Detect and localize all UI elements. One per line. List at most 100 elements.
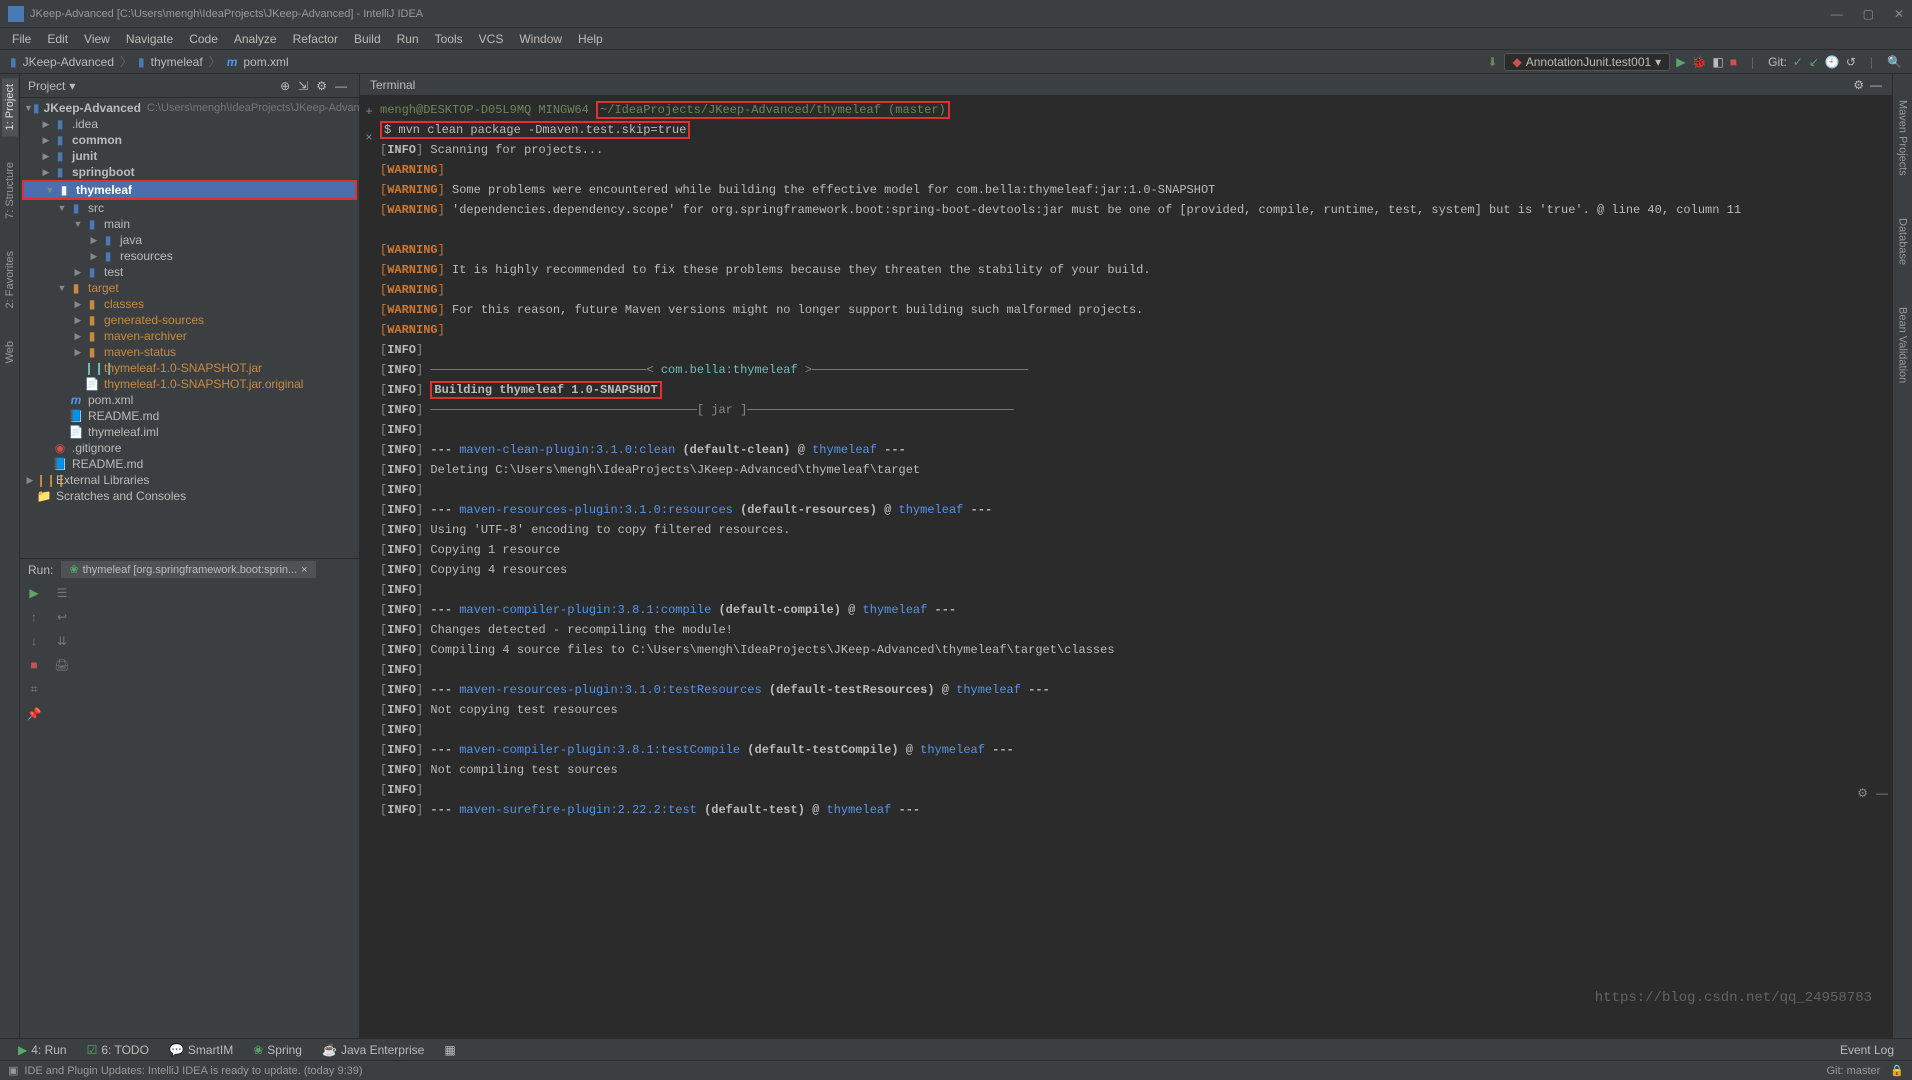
stop-icon[interactable]: ■ xyxy=(30,658,37,672)
soft-wrap-icon[interactable]: ↩ xyxy=(57,610,67,624)
menu-code[interactable]: Code xyxy=(181,32,226,46)
tree-node[interactable]: ▶▮test xyxy=(20,264,359,280)
pin-icon[interactable]: 📌 xyxy=(27,707,42,721)
tree-label: README.md xyxy=(72,457,143,471)
tab-project[interactable]: 1: Project xyxy=(2,78,18,136)
add-terminal-icon[interactable]: + xyxy=(365,102,372,122)
terminal-body[interactable]: + × mengh@DESKTOP-D05L9MQ MINGW64 ~/Idea… xyxy=(360,96,1892,1038)
tree-node[interactable]: ▶▮common xyxy=(20,132,359,148)
expand-icon[interactable]: ⇲ xyxy=(298,79,308,93)
close-icon[interactable]: ✕ xyxy=(1894,7,1904,21)
vcs-history-icon[interactable]: 🕘 xyxy=(1825,55,1840,69)
tree-file[interactable]: mpom.xml xyxy=(20,392,359,408)
tree-node[interactable]: ▶▮resources xyxy=(20,248,359,264)
menu-build[interactable]: Build xyxy=(346,32,389,46)
coverage-icon[interactable]: ◧ xyxy=(1712,55,1723,69)
tree-external-libs[interactable]: ▶❙❙❙External Libraries xyxy=(20,472,359,488)
tab-bean-validation[interactable]: Bean Validation xyxy=(1895,301,1911,389)
tree-node[interactable]: ▶▮java xyxy=(20,232,359,248)
build-icon[interactable]: ⬇ xyxy=(1487,55,1497,69)
hide-icon[interactable]: — xyxy=(335,79,347,93)
btab-run[interactable]: ▶4: Run xyxy=(8,1043,77,1057)
tree-node[interactable]: ▶▮.idea xyxy=(20,116,359,132)
search-icon[interactable]: 🔍 xyxy=(1887,55,1902,69)
tree-file[interactable]: ❙❙❙thymeleaf-1.0-SNAPSHOT.jar xyxy=(20,360,359,376)
menu-run[interactable]: Run xyxy=(389,32,427,46)
breadcrumb-file[interactable]: pom.xml xyxy=(243,55,288,69)
gear-icon[interactable]: ⚙ xyxy=(1853,78,1864,92)
btab-spring[interactable]: ❀Spring xyxy=(243,1043,312,1057)
tree-node[interactable]: ▶▮junit xyxy=(20,148,359,164)
tree-node[interactable]: ▼▮target xyxy=(20,280,359,296)
layout-icon[interactable]: ☰ xyxy=(57,586,68,600)
lock-icon[interactable]: 🔒 xyxy=(1890,1064,1904,1077)
tree-file[interactable]: 📄thymeleaf-1.0-SNAPSHOT.jar.original xyxy=(20,376,359,392)
print-icon[interactable]: 🖨 xyxy=(54,658,69,672)
tree-node-thymeleaf[interactable]: ▼▮thymeleaf xyxy=(24,182,355,198)
run-config-selector[interactable]: ◆ AnnotationJunit.test001 ▾ xyxy=(1504,53,1671,71)
vcs-commit-icon[interactable]: ↙ xyxy=(1809,55,1819,69)
hide-icon[interactable]: — xyxy=(1870,78,1882,92)
menu-navigate[interactable]: Navigate xyxy=(118,32,181,46)
tree-node[interactable]: ▼▮main xyxy=(20,216,359,232)
breadcrumb-root[interactable]: JKeep-Advanced xyxy=(23,55,114,69)
tree-file[interactable]: 📘README.md xyxy=(20,408,359,424)
close-icon[interactable]: × xyxy=(301,564,307,576)
stop-icon[interactable]: ■ xyxy=(1730,55,1737,69)
menu-window[interactable]: Window xyxy=(511,32,570,46)
debug-icon[interactable]: 🐞 xyxy=(1691,55,1706,69)
tree-node[interactable]: ▶▮classes xyxy=(20,296,359,312)
menu-analyze[interactable]: Analyze xyxy=(226,32,285,46)
tab-favorites[interactable]: 2: Favorites xyxy=(2,245,18,314)
event-log[interactable]: Event Log xyxy=(1830,1043,1904,1057)
tab-database[interactable]: Database xyxy=(1895,212,1911,271)
tree-root[interactable]: ▼▮JKeep-AdvancedC:\Users\mengh\IdeaProje… xyxy=(20,100,359,116)
scroll-icon[interactable]: ⇊ xyxy=(57,634,67,648)
chevron-down-icon[interactable]: ▾ xyxy=(69,79,75,93)
collapse-icon[interactable]: ⊕ xyxy=(280,79,290,93)
down-icon[interactable]: ↓ xyxy=(31,634,37,648)
tree-label: .gitignore xyxy=(72,441,121,455)
btab-more[interactable]: ▦ xyxy=(434,1043,465,1057)
close-terminal-icon[interactable]: × xyxy=(365,128,372,148)
breadcrumb-mid[interactable]: thymeleaf xyxy=(151,55,203,69)
tab-maven[interactable]: Maven Projects xyxy=(1895,94,1911,182)
rerun-icon[interactable]: ▶ xyxy=(29,586,38,600)
gear-icon[interactable]: ⚙ xyxy=(1857,786,1868,800)
tree-file[interactable]: 📄thymeleaf.iml xyxy=(20,424,359,440)
gear-icon[interactable]: ⚙ xyxy=(316,79,327,93)
hide-icon[interactable]: — xyxy=(1876,786,1888,800)
vcs-revert-icon[interactable]: ↺ xyxy=(1846,55,1856,69)
run-icon[interactable]: ▶ xyxy=(1676,55,1685,69)
menu-file[interactable]: File xyxy=(4,32,39,46)
menu-refactor[interactable]: Refactor xyxy=(285,32,346,46)
tab-structure[interactable]: 7: Structure xyxy=(2,156,18,225)
menu-vcs[interactable]: VCS xyxy=(471,32,512,46)
btab-smartim[interactable]: 💬SmartIM xyxy=(159,1043,243,1057)
vcs-update-icon[interactable]: ✓ xyxy=(1793,55,1803,69)
git-branch[interactable]: Git: master xyxy=(1827,1065,1881,1077)
menu-help[interactable]: Help xyxy=(570,32,611,46)
minimize-icon[interactable]: — xyxy=(1831,7,1843,21)
layout-icon[interactable]: ⌗ xyxy=(31,682,38,697)
maximize-icon[interactable]: ▢ xyxy=(1863,7,1874,21)
tab-web[interactable]: Web xyxy=(2,335,18,369)
tree-node[interactable]: ▼▮src xyxy=(20,200,359,216)
btab-javaee[interactable]: ☕Java Enterprise xyxy=(312,1043,434,1057)
window-title: JKeep-Advanced [C:\Users\mengh\IdeaProje… xyxy=(30,8,1831,20)
tree-node[interactable]: ▶▮maven-status xyxy=(20,344,359,360)
tree-node[interactable]: ▶▮maven-archiver xyxy=(20,328,359,344)
tree-node[interactable]: ▶▮generated-sources xyxy=(20,312,359,328)
tree-node[interactable]: ▶▮springboot xyxy=(20,164,359,180)
project-tree[interactable]: ▼▮JKeep-AdvancedC:\Users\mengh\IdeaProje… xyxy=(20,98,359,558)
up-icon[interactable]: ↑ xyxy=(31,610,37,624)
menu-tools[interactable]: Tools xyxy=(427,32,471,46)
btab-todo[interactable]: ☑6: TODO xyxy=(77,1043,159,1057)
menu-edit[interactable]: Edit xyxy=(39,32,76,46)
tree-file[interactable]: 📘README.md xyxy=(20,456,359,472)
menu-view[interactable]: View xyxy=(76,32,118,46)
tree-file[interactable]: ◉.gitignore xyxy=(20,440,359,456)
status-window-icon[interactable]: ▣ xyxy=(8,1064,18,1077)
run-tab[interactable]: ❀ thymeleaf [org.springframework.boot:sp… xyxy=(61,561,315,578)
tree-scratches[interactable]: 📁Scratches and Consoles xyxy=(20,488,359,504)
